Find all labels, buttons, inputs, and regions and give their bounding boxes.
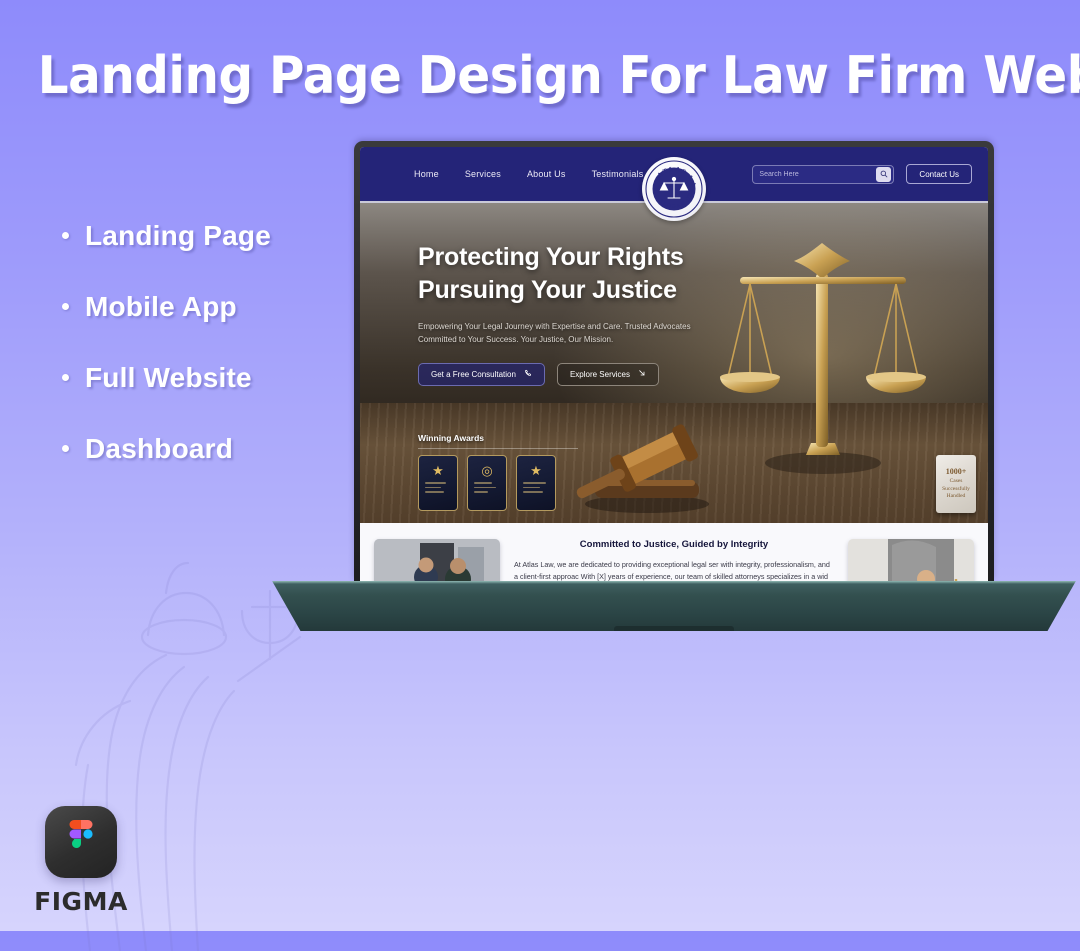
medal-icon: ◎ [481, 463, 493, 478]
nav-item-home[interactable]: Home [414, 169, 439, 179]
hero-title: Protecting Your Rights Pursuing Your Jus… [418, 241, 988, 307]
search-input[interactable] [759, 170, 877, 178]
stat-number: 1000+ [945, 467, 967, 477]
about-content: Committed to Justice, Guided by Integrit… [510, 539, 838, 581]
search-icon[interactable] [876, 166, 892, 182]
explore-services-button[interactable]: Explore Services [556, 362, 659, 386]
hero-title-line2: Pursuing Your Justice [418, 275, 677, 304]
feature-label: Mobile App [85, 290, 237, 322]
cases-stat-badge: 1000+ Cases Successfully Handled [936, 455, 976, 513]
award-text-lines [474, 482, 500, 496]
about-text: At Atlas Law, we are dedicated to provid… [514, 560, 830, 581]
nav-right-group: Contact Us [752, 164, 972, 184]
bullet-icon [62, 303, 69, 310]
star-icon: ★ [530, 463, 542, 478]
award-plaque-medal[interactable]: ◎ [467, 455, 507, 511]
award-plaque-star[interactable]: ★ [516, 455, 556, 511]
figma-label: FIGMA [34, 887, 128, 916]
about-photos-left [374, 539, 500, 581]
award-plaque-ribbon[interactable]: ★ [418, 455, 458, 511]
figma-icon [45, 806, 117, 878]
nav-links: Home Services About Us Testimonials [414, 169, 643, 179]
star-icon: ★ [432, 463, 444, 478]
feature-label: Landing Page [85, 219, 271, 251]
site-navbar: Home Services About Us Testimonials Sear… [360, 147, 988, 221]
hero-section: Protecting Your Rights Pursuing Your Jus… [360, 203, 988, 523]
phone-icon [524, 369, 532, 379]
gavel-illustration [576, 424, 709, 513]
search-box[interactable] [752, 164, 895, 184]
hero-subtitle: Empowering Your Legal Journey with Exper… [418, 321, 691, 344]
award-text-lines [523, 482, 549, 496]
site-logo[interactable]: ATLAS LAW SLOGAN HERE [638, 152, 706, 221]
bullet-icon [62, 445, 69, 452]
stat-label: Cases Successfully Handled [942, 478, 970, 500]
figma-badge: FIGMA [26, 806, 136, 916]
secondary-cta-label: Explore Services [569, 369, 630, 379]
awards-title: Winning Awards [418, 433, 485, 443]
hero-title-line1: Protecting Your Rights [418, 243, 684, 271]
winning-awards: Winning Awards ★ ◎ ★ [418, 433, 578, 511]
get-free-consultation-button[interactable]: Get a Free Consultation [418, 362, 545, 386]
laptop-lid: Home Services About Us Testimonials Sear… [354, 141, 994, 581]
feature-label: Full Website [85, 361, 252, 393]
laptop-base [272, 581, 1076, 631]
laptop-notch [614, 626, 734, 631]
hero-cta-group: Get a Free Consultation Explore Services [418, 362, 988, 386]
hero-content: Protecting Your Rights Pursuing Your Jus… [360, 203, 988, 386]
about-section: Committed to Justice, Guided by Integrit… [360, 523, 988, 581]
website-preview: Home Services About Us Testimonials Sear… [360, 147, 988, 581]
nav-item-about-us[interactable]: About Us [527, 169, 566, 179]
about-photos-right [848, 539, 974, 581]
page-title: Landing Page Design For Law Firm Website [37, 46, 1080, 106]
laptop-mockup: Home Services About Us Testimonials Sear… [268, 141, 1080, 631]
nav-item-services[interactable]: Services [465, 169, 501, 179]
bullet-icon [62, 374, 69, 381]
arrow-down-right-icon [638, 369, 646, 379]
awards-row: ★ ◎ ★ [418, 455, 578, 511]
contact-us-button[interactable]: Contact Us [906, 164, 972, 184]
bullet-icon [62, 232, 69, 239]
gavel-on-desk-photo [848, 539, 974, 581]
nav-item-testimonials[interactable]: Testimonials [592, 169, 644, 179]
lawyers-reviewing-document-photo [374, 539, 500, 581]
award-text-lines [425, 482, 451, 496]
feature-label: Dashboard [85, 432, 234, 464]
primary-cta-label: Get a Free Consultation [431, 369, 516, 379]
about-title: Committed to Justice, Guided by Integrit… [579, 539, 769, 550]
awards-divider [418, 448, 578, 449]
